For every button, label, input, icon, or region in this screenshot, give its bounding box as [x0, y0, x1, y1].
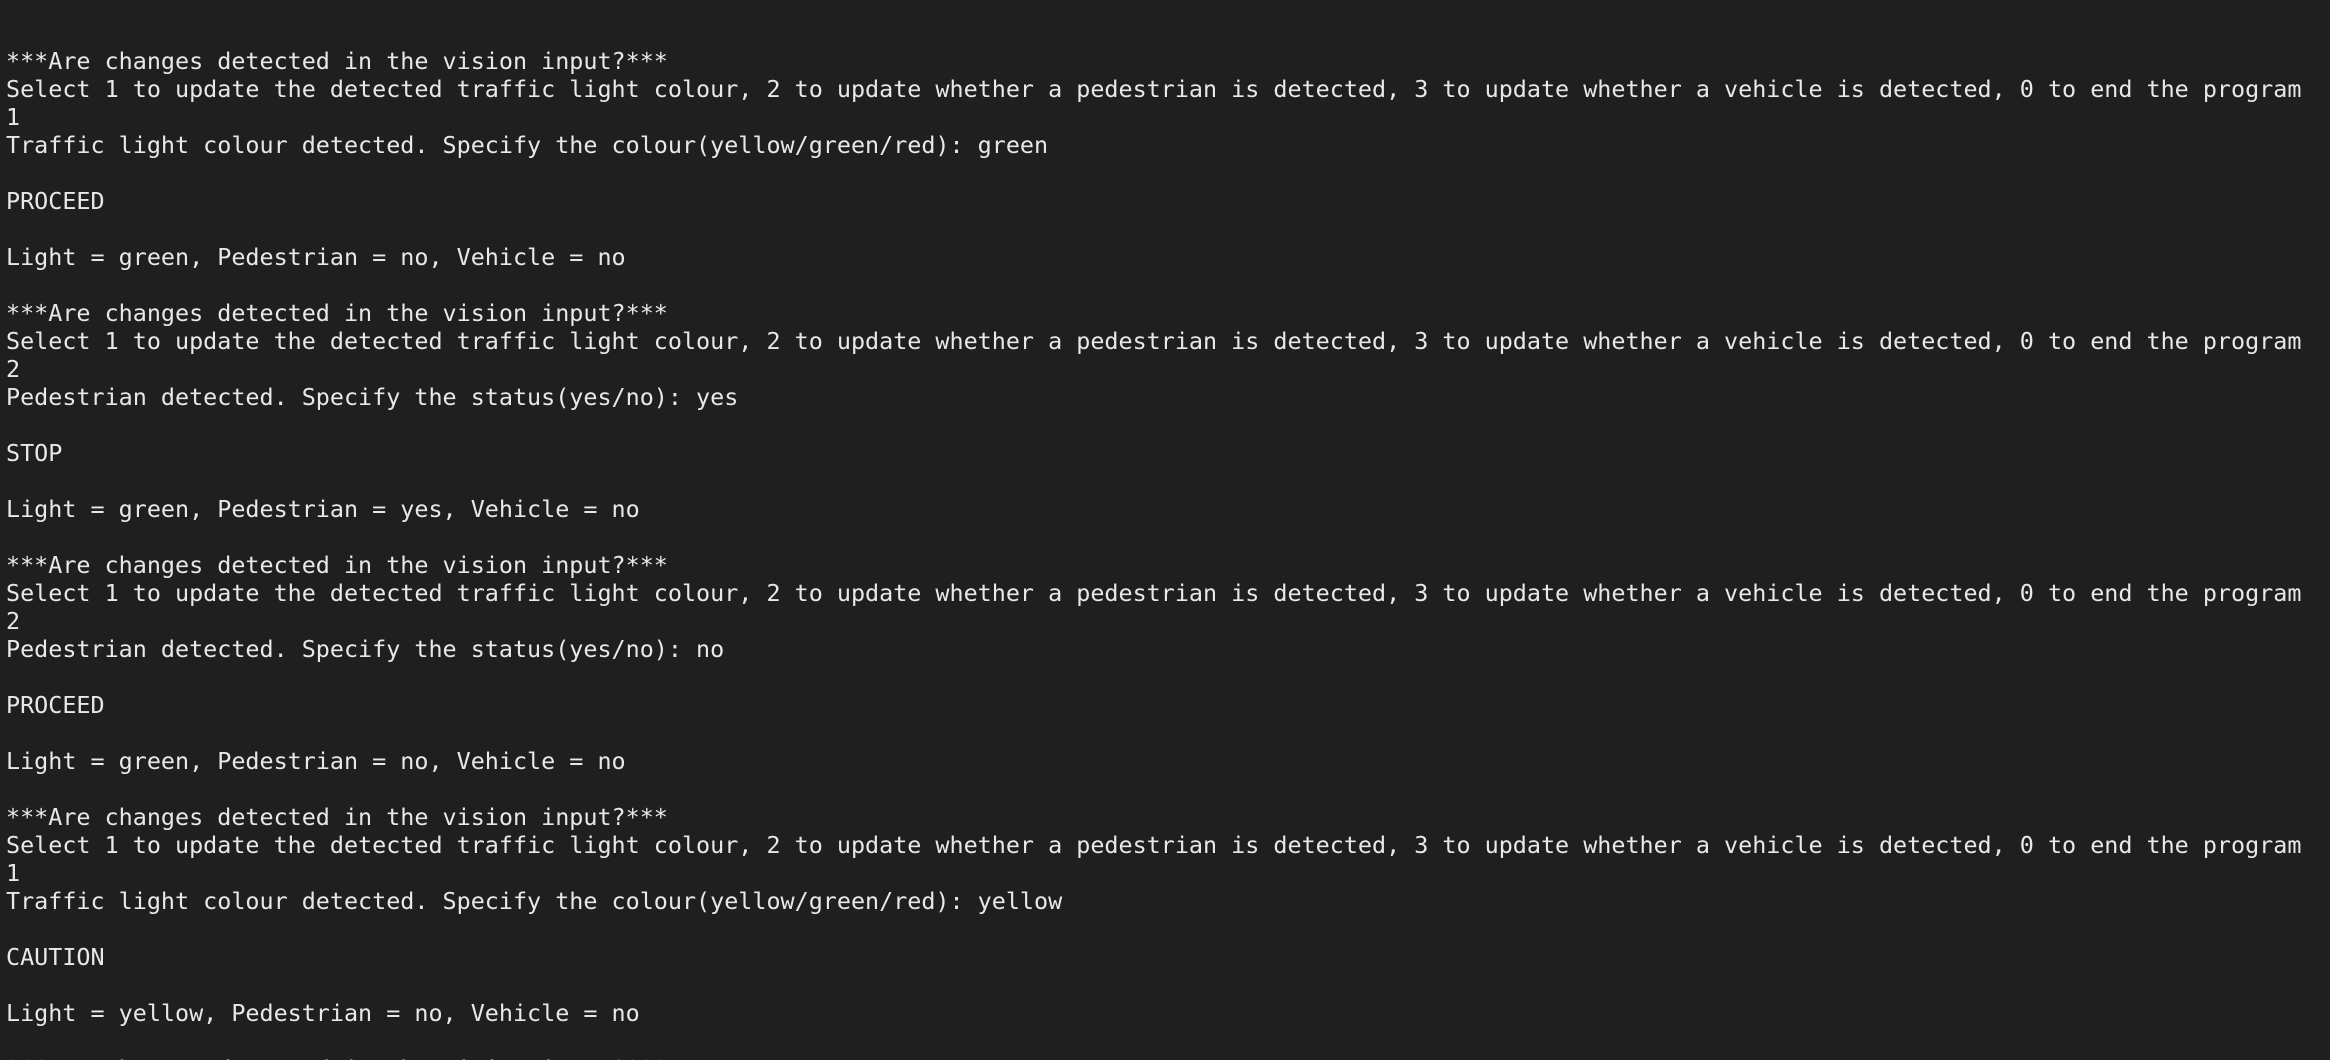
terminal-line: ***Are changes detected in the vision in…: [6, 551, 668, 579]
terminal-line: Select 1 to update the detected traffic …: [6, 75, 2302, 103]
terminal-line: PROCEED: [6, 187, 105, 215]
terminal-line: Traffic light colour detected. Specify t…: [6, 131, 1049, 159]
terminal-line: 2: [6, 355, 21, 383]
terminal-line: ***Are changes detected in the vision in…: [6, 1055, 2301, 1060]
terminal-line: Light = green, Pedestrian = no, Vehicle …: [6, 243, 626, 271]
terminal-line: Select 1 to update the detected traffic …: [6, 327, 2302, 355]
terminal-line: Select 1 to update the detected traffic …: [6, 579, 2302, 607]
terminal-line: 1: [6, 103, 21, 131]
terminal-line: CAUTION: [6, 943, 105, 971]
terminal-window[interactable]: ***Are changes detected in the vision in…: [0, 0, 2330, 1060]
terminal-line: ***Are changes detected in the vision in…: [6, 47, 668, 75]
terminal-line: 2: [6, 607, 21, 635]
terminal-line: Light = green, Pedestrian = yes, Vehicle…: [6, 495, 640, 523]
terminal-line: Traffic light colour detected. Specify t…: [6, 887, 1063, 915]
terminal-line: Light = yellow, Pedestrian = no, Vehicle…: [6, 999, 640, 1027]
terminal-line: Light = green, Pedestrian = no, Vehicle …: [6, 747, 626, 775]
terminal-line: ***Are changes detected in the vision in…: [6, 299, 668, 327]
terminal-line: STOP: [6, 439, 63, 467]
terminal-output: ***Are changes detected in the vision in…: [6, 47, 2301, 1060]
terminal-line: PROCEED: [6, 691, 105, 719]
terminal-line: ***Are changes detected in the vision in…: [6, 803, 668, 831]
terminal-line: Pedestrian detected. Specify the status(…: [6, 383, 739, 411]
terminal-line: 1: [6, 859, 21, 887]
terminal-line: Select 1 to update the detected traffic …: [6, 831, 2302, 859]
terminal-line: Pedestrian detected. Specify the status(…: [6, 635, 725, 663]
